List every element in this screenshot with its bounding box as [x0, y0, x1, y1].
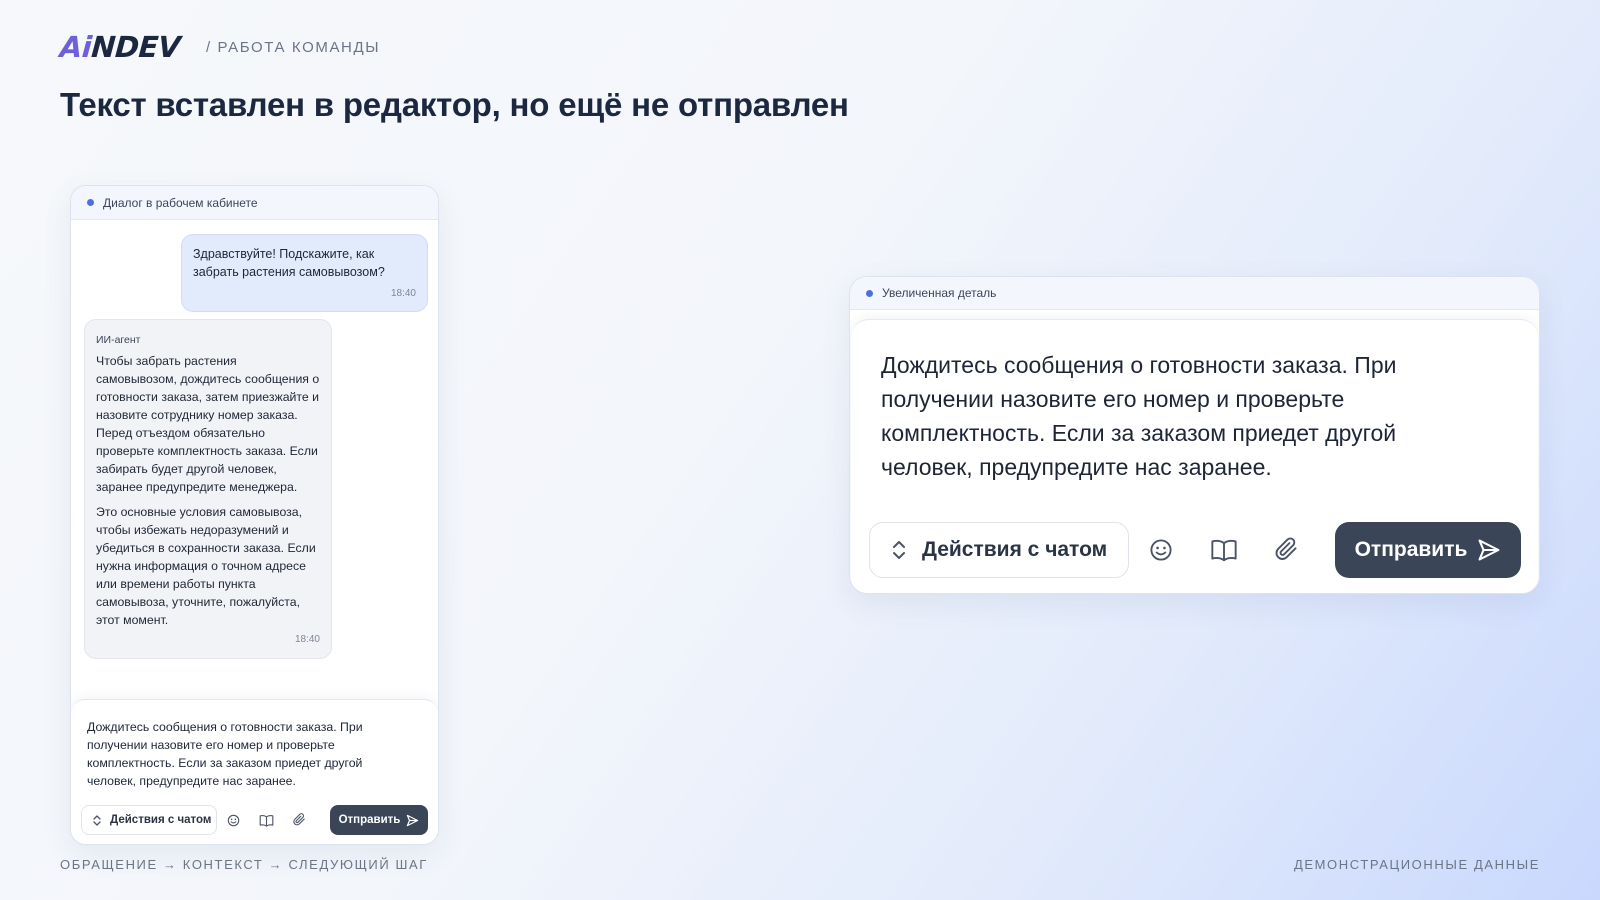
- zoom-panel-header: Увеличенная деталь: [850, 277, 1539, 310]
- paperclip-icon[interactable]: [283, 805, 316, 835]
- zoom-chat-actions-label: Действия с чатом: [922, 538, 1108, 561]
- user-message: Здравствуйте! Подскажите, как забрать ра…: [181, 234, 428, 312]
- bot-message: ИИ-агент Чтобы забрать растения самовыво…: [84, 319, 332, 659]
- book-icon[interactable]: [250, 805, 283, 835]
- chat-actions-button[interactable]: Действия с чатом: [81, 805, 217, 835]
- send-button[interactable]: Отправить: [330, 805, 428, 835]
- send-label: Отправить: [338, 814, 401, 826]
- book-icon[interactable]: [1192, 522, 1255, 578]
- logo-ai: Ai: [58, 30, 93, 64]
- footer-flow: ОБРАЩЕНИЕ → КОНТЕКСТ → СЛЕДУЮЩИЙ ШАГ: [60, 857, 428, 872]
- header: AiNDEV / РАБОТА КОМАНДЫ: [59, 30, 381, 64]
- chat-panel: Диалог в рабочем кабинете Здравствуйте! …: [70, 185, 439, 845]
- zoom-composer-text[interactable]: Дождитесь сообщения о готовности заказа.…: [881, 348, 1461, 484]
- bot-paragraph-2: Это основные условия самовывоза, чтобы и…: [96, 505, 316, 627]
- user-message-time: 18:40: [390, 288, 416, 299]
- zoom-toolbar: Действия с чатом Отправить: [869, 522, 1521, 578]
- logo: AiNDEV: [59, 30, 181, 64]
- breadcrumb: / РАБОТА КОМАНДЫ: [206, 38, 381, 56]
- zoom-send-button[interactable]: Отправить: [1335, 522, 1521, 578]
- zoom-chat-actions-button[interactable]: Действия с чатом: [869, 522, 1129, 578]
- status-dot-icon: [87, 199, 94, 206]
- chat-panel-title: Диалог в рабочем кабинете: [103, 195, 258, 210]
- page-title: Текст вставлен в редактор, но ещё не отп…: [60, 86, 849, 123]
- bot-sender: ИИ-агент: [96, 334, 141, 346]
- footer-note: ДЕМОНСТРАЦИОННЫЕ ДАННЫЕ: [1293, 857, 1540, 872]
- zoom-panel: Увеличенная деталь Дождитесь сообщения о…: [849, 276, 1540, 594]
- send-icon: [1478, 539, 1500, 561]
- smile-icon[interactable]: [1129, 522, 1192, 578]
- status-dot-icon: [866, 289, 873, 297]
- chevron-updown-icon: [93, 814, 101, 826]
- zoom-send-label: Отправить: [1354, 538, 1468, 561]
- paperclip-icon[interactable]: [1255, 522, 1318, 578]
- chat-panel-header: Диалог в рабочем кабинете: [71, 186, 438, 220]
- smile-icon[interactable]: [217, 805, 250, 835]
- composer-text[interactable]: Дождитесь сообщения о готовности заказа.…: [87, 718, 407, 790]
- chevron-updown-icon: [892, 540, 906, 560]
- user-message-text: Здравствуйте! Подскажите, как забрать ра…: [193, 247, 385, 279]
- zoom-panel-title: Увеличенная деталь: [882, 286, 997, 300]
- bot-paragraph-1: Чтобы забрать растения самовывозом, дожд…: [96, 354, 320, 494]
- send-icon: [407, 814, 419, 826]
- logo-rest: NDEV: [90, 30, 182, 64]
- chat-actions-label: Действия с чатом: [110, 814, 212, 826]
- bot-message-time: 18:40: [294, 634, 320, 645]
- composer-toolbar: Действия с чатом Отправить: [81, 805, 428, 835]
- zoom-composer[interactable]: Дождитесь сообщения о готовности заказа.…: [851, 319, 1538, 593]
- message-composer[interactable]: Дождитесь сообщения о готовности заказа.…: [71, 699, 438, 844]
